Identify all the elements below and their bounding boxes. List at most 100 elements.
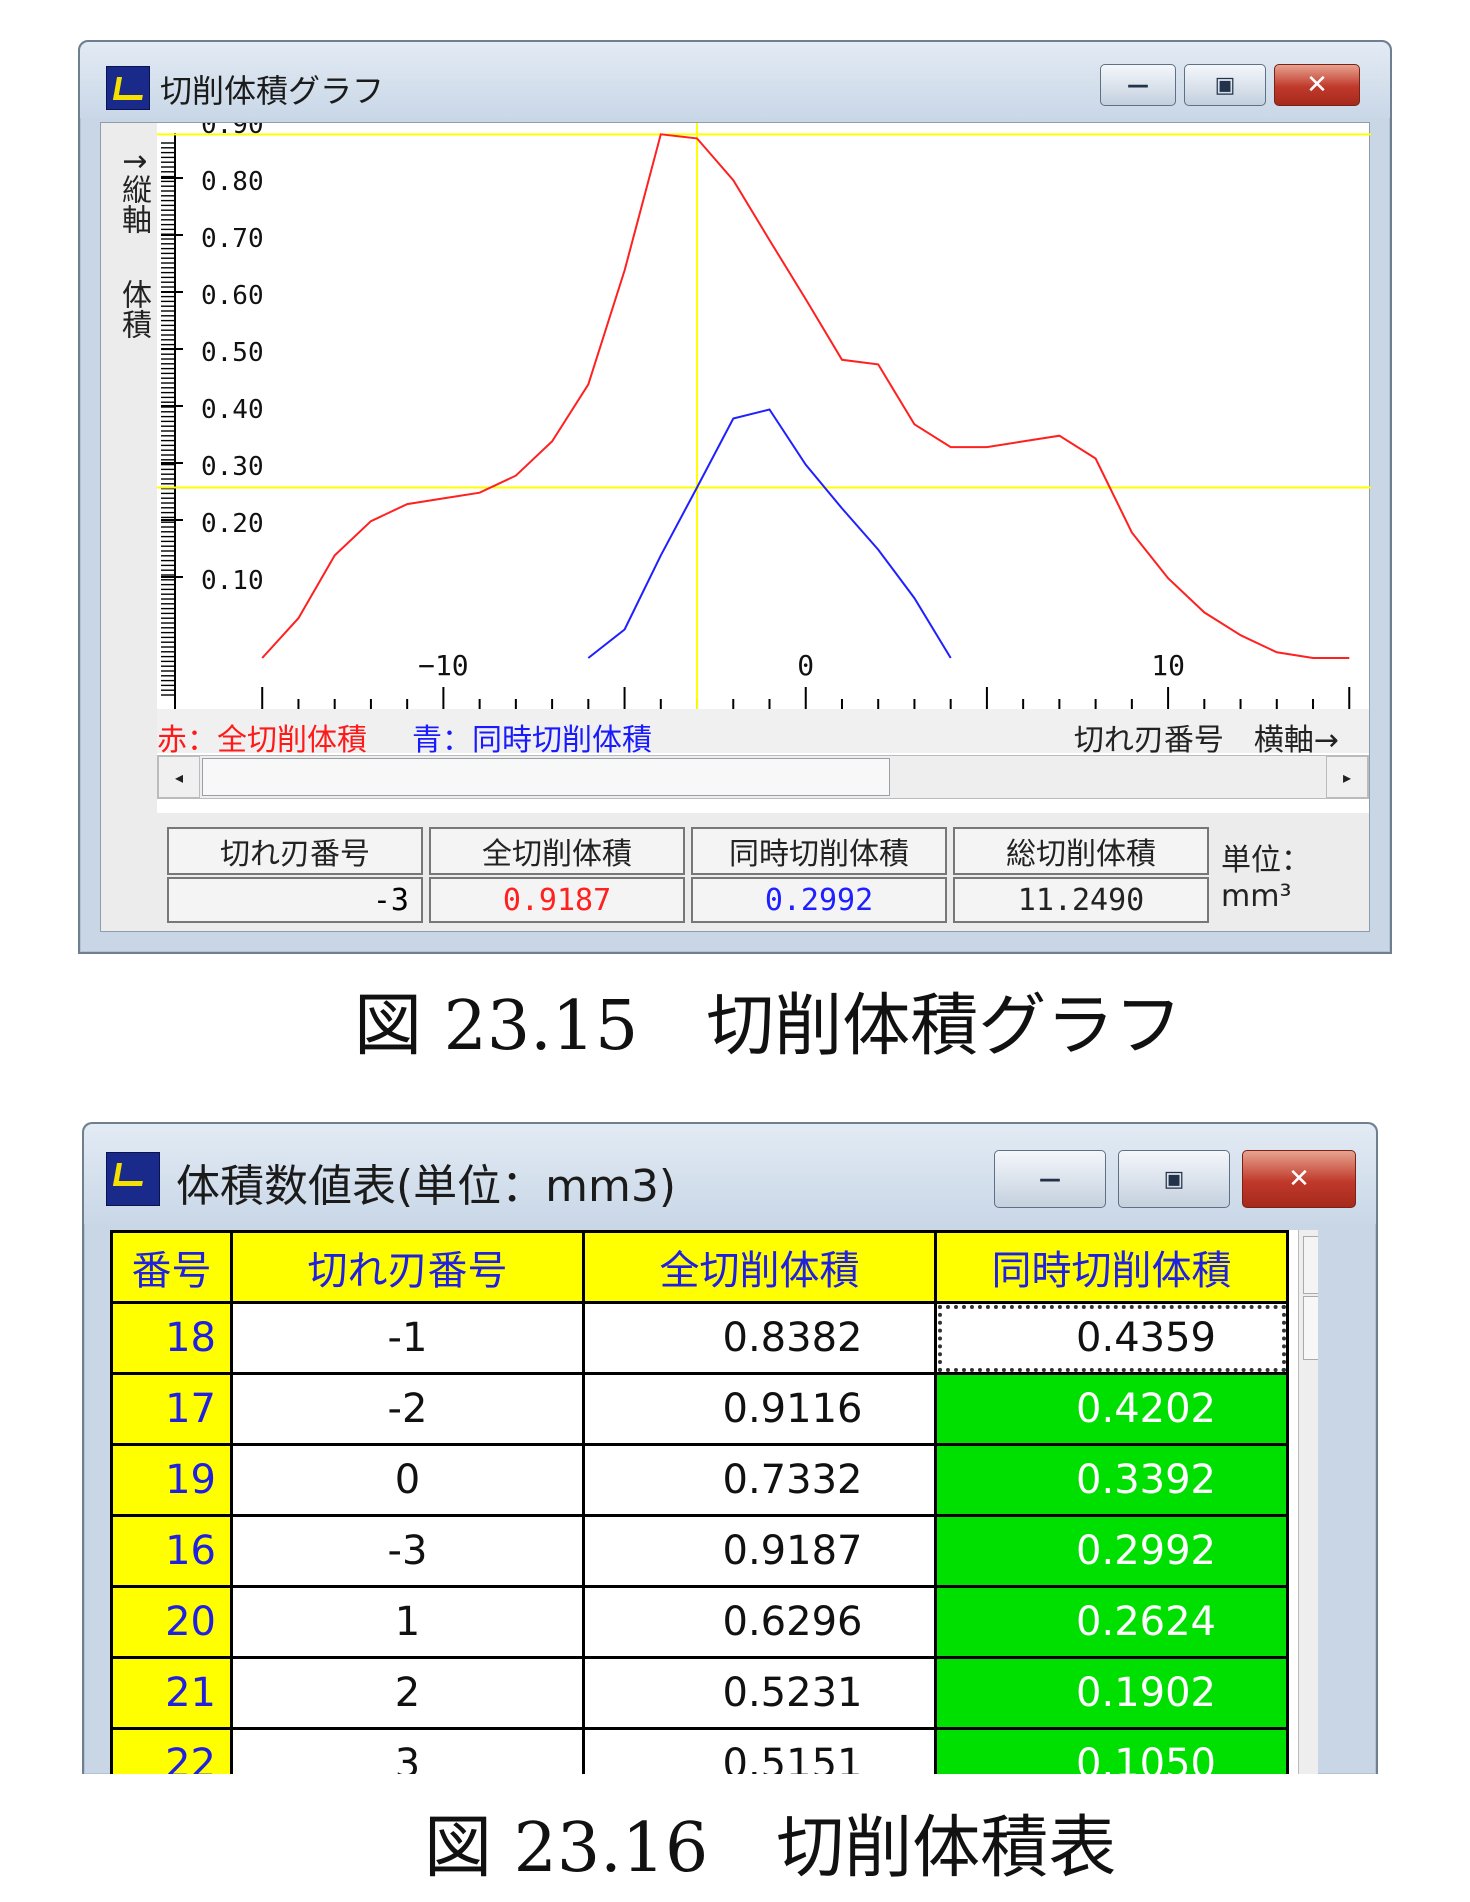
- cell-blade[interactable]: 0: [230, 1443, 585, 1517]
- y-tick-label: 0.10: [201, 566, 264, 596]
- volume-chart: 1.000.900.800.700.600.500.400.300.200.10…: [157, 123, 1371, 709]
- graph-window-title: 切削体積グラフ: [160, 72, 385, 110]
- cell-total[interactable]: 0.5151: [582, 1727, 937, 1774]
- y-tick-label: 0.30: [201, 452, 264, 482]
- table-row[interactable]: 20 1 0.6296 0.2624: [110, 1585, 1289, 1659]
- table-client-area: 番号 切れ刃番号 全切削体積 同時切削体積 18 -1 0.8382 0.4359 17…: [110, 1230, 1318, 1774]
- cell-total[interactable]: 0.5231: [582, 1656, 937, 1730]
- app-icon: [106, 66, 150, 110]
- y-tick-label: 0.90: [201, 123, 264, 140]
- y-tick-label: 0.80: [201, 167, 264, 197]
- scroll-up-arrow-icon[interactable]: ▲: [1303, 1236, 1318, 1294]
- cell-num[interactable]: 19: [110, 1443, 233, 1517]
- info-total-value: 0.9187: [429, 877, 685, 923]
- info-header-total: 全切削体積: [429, 827, 685, 875]
- graph-client-area: ↑縦軸 体積 1.000.900.800.700.600.500.400.300…: [100, 122, 1371, 932]
- cell-blade[interactable]: -3: [230, 1514, 585, 1588]
- vertical-scrollbar[interactable]: ▲: [1298, 1230, 1318, 1774]
- cell-sim[interactable]: 0.1902: [934, 1656, 1289, 1730]
- cell-total[interactable]: 0.7332: [582, 1443, 937, 1517]
- legend-simultaneous-volume: 青：同時切削体積: [412, 723, 652, 758]
- horizontal-scrollbar[interactable]: ◂ ▸: [157, 755, 1369, 799]
- x-tick-label: −10: [418, 649, 469, 682]
- series-simultaneous-volume-line: [587, 408, 952, 659]
- cell-blade[interactable]: -1: [230, 1301, 585, 1375]
- cell-total[interactable]: 0.6296: [582, 1585, 937, 1659]
- cell-sim[interactable]: 0.1050: [934, 1727, 1289, 1774]
- table-header-row: 番号 切れ刃番号 全切削体積 同時切削体積: [110, 1230, 1289, 1304]
- table-row[interactable]: 16 -3 0.9187 0.2992: [110, 1514, 1289, 1588]
- chart-legend: 赤：全切削体積 青：同時切削体積 切れ刃番号 横軸→: [157, 709, 1369, 758]
- x-tick-label: 0: [797, 649, 814, 682]
- header-blade[interactable]: 切れ刃番号: [230, 1230, 585, 1304]
- cell-blade[interactable]: 1: [230, 1585, 585, 1659]
- cell-num[interactable]: 22: [110, 1727, 233, 1774]
- header-number[interactable]: 番号: [110, 1230, 233, 1304]
- y-axis-quantity-label: 体積: [116, 279, 151, 339]
- close-button[interactable]: ✕: [1242, 1150, 1356, 1208]
- cell-blade[interactable]: -2: [230, 1372, 585, 1446]
- maximize-button[interactable]: ▣: [1118, 1150, 1230, 1208]
- table-row[interactable]: 18 -1 0.8382 0.4359: [110, 1301, 1289, 1375]
- scroll-left-arrow-icon[interactable]: ◂: [158, 756, 200, 798]
- header-simultaneous-volume[interactable]: 同時切削体積: [934, 1230, 1289, 1304]
- cell-num[interactable]: 17: [110, 1372, 233, 1446]
- volume-table: 番号 切れ刃番号 全切削体積 同時切削体積 18 -1 0.8382 0.4359 17…: [110, 1230, 1289, 1774]
- app-icon: [106, 1152, 160, 1206]
- minimize-icon: —: [1039, 1166, 1061, 1192]
- graph-window-titlebar[interactable]: 切削体積グラフ — ▣ ✕: [80, 42, 1390, 118]
- close-button[interactable]: ✕: [1274, 64, 1360, 106]
- selected-blade-info-panel: 切れ刃番号 全切削体積 同時切削体積 総切削体積 -3 0.9187 0.299…: [157, 813, 1369, 931]
- cell-num[interactable]: 16: [110, 1514, 233, 1588]
- figure-caption-graph: 図 23.15 切削体積グラフ: [354, 987, 1183, 1066]
- graph-window: 切削体積グラフ — ▣ ✕ ↑縦軸 体積 1.000.900.800.700.6…: [78, 40, 1392, 954]
- figure-caption-table: 図 23.16 切削体積表: [424, 1809, 1117, 1888]
- cell-sim[interactable]: 0.3392: [934, 1443, 1289, 1517]
- legend-total-volume: 赤：全切削体積: [157, 723, 367, 758]
- info-blade-value: -3: [167, 877, 423, 923]
- maximize-icon: ▣: [1163, 1166, 1185, 1192]
- cell-sim[interactable]: 0.2992: [934, 1514, 1289, 1588]
- header-total-volume[interactable]: 全切削体積: [582, 1230, 937, 1304]
- table-row[interactable]: 17 -2 0.9116 0.4202: [110, 1372, 1289, 1446]
- cell-total[interactable]: 0.9116: [582, 1372, 937, 1446]
- info-simultaneous-value: 0.2992: [691, 877, 947, 923]
- cell-sim[interactable]: 0.4359: [934, 1301, 1289, 1375]
- scroll-right-arrow-icon[interactable]: ▸: [1326, 756, 1368, 798]
- table-row[interactable]: 21 2 0.5231 0.1902: [110, 1656, 1289, 1730]
- cell-num[interactable]: 20: [110, 1585, 233, 1659]
- minimize-button[interactable]: —: [994, 1150, 1106, 1208]
- unit-label: 単位：mm³: [1221, 843, 1311, 914]
- maximize-icon: ▣: [1214, 72, 1236, 98]
- table-window: 体積数値表(単位：mm3) — ▣ ✕ 番号 切れ刃番号 全切削体積 同時切削体…: [82, 1122, 1378, 1774]
- info-header-simultaneous: 同時切削体積: [691, 827, 947, 875]
- info-header-blade: 切れ刃番号: [167, 827, 423, 875]
- cell-sim[interactable]: 0.2624: [934, 1585, 1289, 1659]
- y-tick-label: 0.60: [201, 281, 264, 311]
- cell-blade[interactable]: 2: [230, 1656, 585, 1730]
- table-row[interactable]: 22 3 0.5151 0.1050: [110, 1727, 1289, 1774]
- x-tick-label: 10: [1151, 649, 1185, 682]
- y-tick-label: 0.20: [201, 509, 264, 539]
- table-window-title: 体積数値表(単位：mm3): [176, 1161, 677, 1212]
- y-tick-label: 0.70: [201, 224, 264, 254]
- maximize-button[interactable]: ▣: [1184, 64, 1266, 106]
- y-tick-label: 0.40: [201, 395, 264, 425]
- table-window-titlebar[interactable]: 体積数値表(単位：mm3) — ▣ ✕: [84, 1124, 1376, 1224]
- cell-num[interactable]: 21: [110, 1656, 233, 1730]
- minimize-icon: —: [1127, 72, 1149, 98]
- cell-num[interactable]: 18: [110, 1301, 233, 1375]
- minimize-button[interactable]: —: [1100, 64, 1176, 106]
- cell-sim[interactable]: 0.4202: [934, 1372, 1289, 1446]
- x-axis-label: 切れ刃番号 横軸→: [1073, 723, 1339, 758]
- table-row[interactable]: 19 0 0.7332 0.3392: [110, 1443, 1289, 1517]
- close-icon: ✕: [1306, 70, 1328, 100]
- scrollbar-thumb[interactable]: [202, 758, 890, 796]
- y-axis-side-label: ↑縦軸 体積: [101, 123, 157, 931]
- scrollbar-thumb[interactable]: [1303, 1296, 1318, 1360]
- series-total-volume-line: [261, 133, 1350, 659]
- close-icon: ✕: [1288, 1164, 1310, 1194]
- cell-blade[interactable]: 3: [230, 1727, 585, 1774]
- cell-total[interactable]: 0.8382: [582, 1301, 937, 1375]
- cell-total[interactable]: 0.9187: [582, 1514, 937, 1588]
